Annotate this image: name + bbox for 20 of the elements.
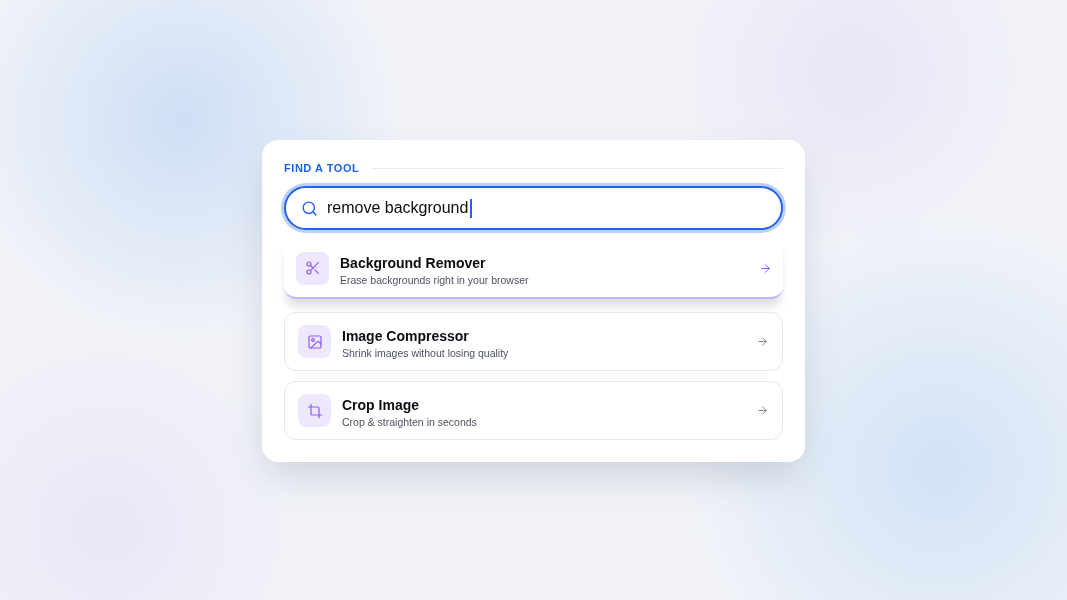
arrow-right-icon [759, 261, 772, 275]
tool-description: Erase backgrounds right in your browser [340, 273, 529, 287]
arrow-right-icon [756, 335, 769, 348]
tool-result-item[interactable]: Image Compressor Shrink images without losing quality [284, 312, 783, 371]
section-label: FIND A TOOL [284, 161, 360, 175]
search-icon [301, 199, 318, 217]
tool-title: Crop Image [342, 397, 419, 414]
arrow-right-icon [756, 404, 769, 417]
search-query: remove background [327, 198, 469, 218]
tool-title: Background Remover [340, 254, 486, 272]
tool-result-item[interactable]: Crop Image Crop & straighten in seconds [284, 381, 783, 440]
image-icon [298, 325, 331, 358]
tool-description: Shrink images without losing quality [342, 347, 509, 360]
tool-title: Image Compressor [342, 328, 469, 345]
tool-description: Crop & straighten in seconds [342, 416, 477, 429]
scissors-icon [296, 251, 329, 285]
crop-icon [298, 394, 331, 427]
search-field[interactable]: remove background [284, 186, 783, 230]
tool-result-item[interactable]: Background Remover Erase backgrounds right in your browser [284, 239, 783, 299]
text-caret [470, 198, 473, 218]
